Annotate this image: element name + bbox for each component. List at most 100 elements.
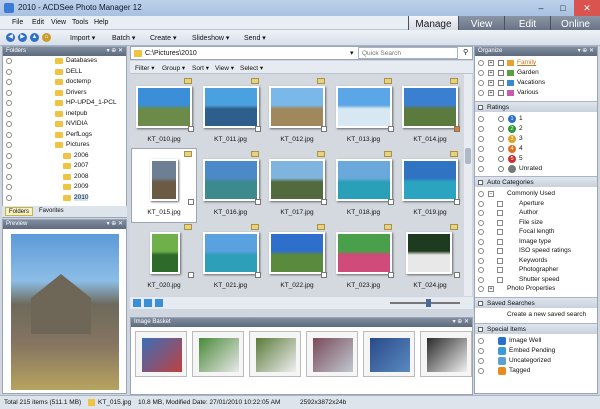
basket-thumbnail[interactable]	[420, 331, 472, 377]
eye-icon[interactable]	[478, 146, 484, 152]
auto-category-item[interactable]: Keywords	[475, 256, 597, 266]
rating-item[interactable]: 55	[475, 154, 597, 164]
special-item[interactable]: Tagged	[475, 366, 597, 376]
eye-icon[interactable]	[478, 116, 484, 122]
eye-icon[interactable]	[6, 184, 12, 190]
collapse-icon[interactable]	[478, 105, 483, 110]
folder-tree-item[interactable]: 2008	[3, 172, 126, 182]
eye-icon[interactable]	[478, 166, 484, 172]
create-menu[interactable]: Create ▾	[150, 34, 176, 42]
eye-icon[interactable]	[6, 68, 12, 75]
eye-icon[interactable]	[478, 60, 484, 66]
tag-checkbox[interactable]	[188, 199, 194, 205]
create-saved-search-link[interactable]: Create a new saved search	[475, 310, 597, 320]
expand-icon[interactable]: +	[488, 60, 494, 66]
auto-category-item[interactable]: Author	[475, 208, 597, 218]
folder-tree-item[interactable]: inetpub	[3, 109, 126, 119]
tag-checkbox[interactable]	[454, 272, 460, 278]
back-arrow-icon[interactable]: ◀	[6, 33, 15, 42]
zoom-slider-handle[interactable]	[426, 299, 431, 307]
thumbnail-item[interactable]: KT_014.jpg	[398, 76, 462, 149]
up-arrow-icon[interactable]: ▲	[30, 33, 39, 42]
rating-radio[interactable]	[498, 136, 504, 142]
search-icon[interactable]: ⚲	[463, 48, 468, 56]
forward-arrow-icon[interactable]: ▶	[18, 33, 27, 42]
eye-icon[interactable]	[6, 142, 12, 148]
expand-icon[interactable]	[497, 276, 503, 283]
tag-checkbox[interactable]	[254, 126, 261, 132]
group-menu[interactable]: Group ▾	[162, 64, 185, 72]
menu-edit[interactable]: Edit	[32, 19, 44, 26]
batch-menu[interactable]: Batch ▾	[112, 34, 135, 42]
expand-icon[interactable]: +	[488, 90, 494, 96]
tab-favorites[interactable]: Favorites	[36, 207, 67, 216]
thumbnail-item[interactable]: KT_017.jpg	[265, 149, 329, 222]
expand-icon[interactable]	[497, 267, 503, 273]
tag-checkbox[interactable]	[387, 199, 394, 205]
expand-icon[interactable]	[497, 257, 503, 264]
eye-icon[interactable]	[478, 238, 484, 245]
pin-icon[interactable]: ▾ ⊕ ✕	[107, 220, 123, 229]
folder-tree-item[interactable]: 2006	[3, 151, 126, 161]
rating-item[interactable]: 33	[475, 134, 597, 144]
thumbnail-item[interactable]: KT_024.jpg	[398, 222, 462, 295]
menu-file[interactable]: File	[12, 19, 23, 26]
eye-icon[interactable]	[478, 267, 484, 273]
eye-icon[interactable]	[478, 219, 484, 226]
tag-checkbox[interactable]	[321, 199, 327, 205]
folder-tree-item[interactable]: 2010	[3, 193, 126, 203]
thumbnail-item[interactable]: KT_021.jpg	[199, 222, 263, 295]
eye-icon[interactable]	[6, 100, 12, 106]
tag-checkbox[interactable]	[254, 199, 261, 205]
thumbnail-item[interactable]: KT_013.jpg	[332, 76, 396, 149]
tag-checkbox[interactable]	[188, 126, 194, 132]
rating-item-unrated[interactable]: Unrated	[475, 164, 597, 174]
eye-icon[interactable]	[478, 136, 484, 142]
auto-category-item[interactable]: Shutter speed	[475, 275, 597, 285]
basket-thumbnail[interactable]	[192, 331, 244, 377]
expand-icon[interactable]: +	[488, 286, 494, 292]
expand-icon[interactable]	[497, 219, 503, 226]
auto-category-item[interactable]: Image type	[475, 237, 597, 247]
eye-icon[interactable]	[478, 126, 484, 132]
category-checkbox[interactable]	[498, 70, 504, 76]
eye-icon[interactable]	[478, 357, 484, 364]
eye-icon[interactable]	[478, 90, 484, 96]
expand-icon[interactable]	[497, 248, 503, 254]
menu-tools[interactable]: Tools	[72, 19, 88, 26]
category-item[interactable]: + Family	[475, 58, 597, 68]
folder-tree-item[interactable]: DELL	[3, 67, 126, 77]
slideshow-menu[interactable]: Slideshow ▾	[192, 34, 229, 42]
rating-radio[interactable]	[498, 146, 504, 152]
eye-icon[interactable]	[478, 367, 484, 374]
home-icon[interactable]: ⌂	[42, 33, 51, 42]
collapse-icon[interactable]	[478, 326, 483, 332]
menu-help[interactable]: Help	[94, 19, 108, 26]
auto-categories-section[interactable]: Auto Categories	[475, 176, 597, 187]
rating-item[interactable]: 11	[475, 114, 597, 124]
eye-icon[interactable]	[478, 248, 484, 254]
tag-checkbox[interactable]	[454, 199, 460, 205]
tag-checkbox[interactable]	[454, 126, 460, 132]
tag-checkbox[interactable]	[387, 272, 394, 278]
folder-tree-item[interactable]: PerfLogs	[3, 130, 126, 140]
rating-item[interactable]: 22	[475, 124, 597, 134]
rating-radio[interactable]	[498, 126, 504, 132]
close-button[interactable]: ✕	[574, 0, 600, 16]
eye-icon[interactable]	[478, 191, 484, 197]
rating-item[interactable]: 44	[475, 144, 597, 154]
zoom-slider[interactable]	[390, 302, 460, 304]
folder-tree-item[interactable]: 2009	[3, 182, 126, 192]
select-menu[interactable]: Select ▾	[240, 64, 263, 72]
rating-radio[interactable]	[498, 156, 504, 162]
thumbnail-item[interactable]: KT_012.jpg	[265, 76, 329, 149]
thumbnail-item[interactable]: KT_022.jpg	[265, 222, 329, 295]
auto-category-item[interactable]: File size	[475, 218, 597, 228]
category-checkbox[interactable]	[498, 60, 504, 66]
basket-thumbnail[interactable]	[249, 331, 301, 377]
eye-icon[interactable]	[478, 229, 484, 235]
eye-icon[interactable]	[478, 257, 484, 264]
tab-folders[interactable]: Folders	[5, 207, 34, 216]
eye-icon[interactable]	[478, 156, 484, 162]
eye-icon[interactable]	[6, 173, 12, 180]
